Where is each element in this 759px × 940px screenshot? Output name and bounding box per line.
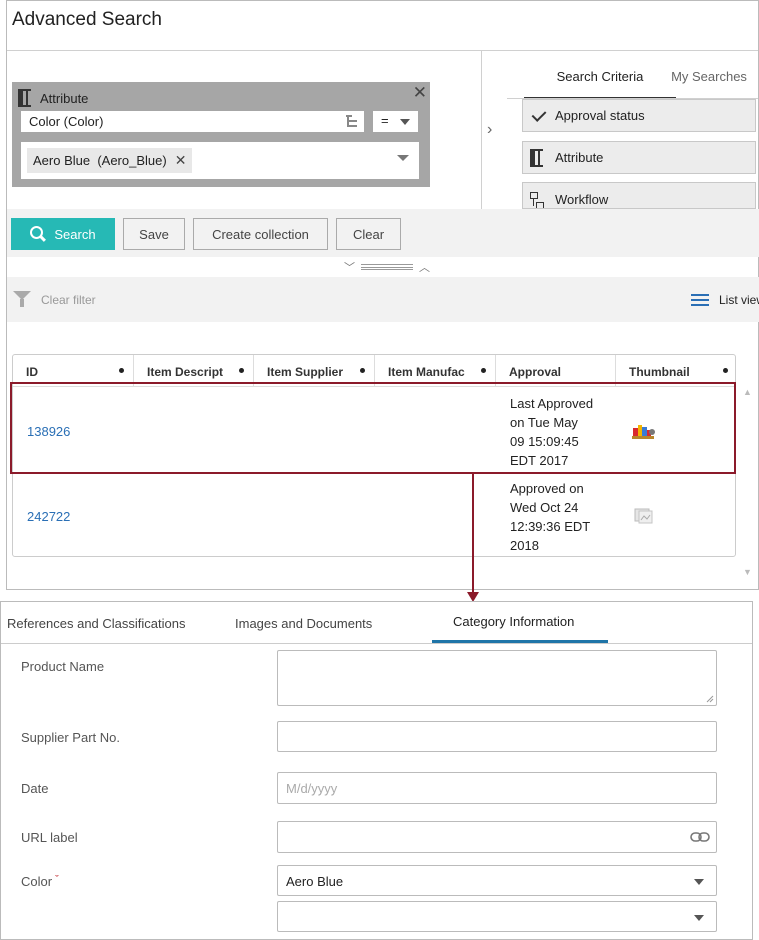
supplier-part-field[interactable] [277,721,717,752]
approval-status-button[interactable]: Approval status [522,99,756,132]
selected-row-highlight [10,382,736,474]
operator-select[interactable]: = [373,111,418,132]
chevron-down-icon [694,915,704,921]
panel-splitter[interactable]: ﹀ ︿ [337,260,437,274]
attribute-criterion-card: Attribute ✕ Color (Color) = Aero Blue (A… [12,82,430,187]
chevron-down-icon [400,119,410,125]
date-field[interactable]: M/d/yyyy [277,772,717,804]
check-icon [530,109,546,123]
product-name-field[interactable] [277,650,717,706]
item-detail-panel: References and Classifications Images an… [0,601,753,940]
connector-line [472,474,474,594]
tab-category-information[interactable]: Category Information [453,614,574,629]
value-chip-label: Aero Blue (Aero_Blue) [33,153,167,168]
link-icon[interactable] [690,830,710,844]
pane-divider [481,50,482,210]
attribute-field-value: Color (Color) [29,114,104,129]
product-thumbnail-image[interactable] [631,505,657,527]
date-placeholder: M/d/yyyy [286,781,338,796]
color-label: Color ˇ [21,874,59,889]
attribute-value-field[interactable]: Aero Blue (Aero_Blue) ✕ [21,142,419,179]
tab-my-searches[interactable]: My Searches [659,69,759,99]
product-name-label: Product Name [21,659,105,674]
chevron-right-icon[interactable]: › [487,121,492,139]
tab-references-classifications[interactable]: References and Classifications [7,616,185,631]
supplier-part-label: Supplier Part No. [21,730,120,745]
workflow-icon [530,192,546,208]
action-bar: Search Save Create collection Clear [7,209,759,257]
color-select[interactable]: Aero Blue [277,865,717,896]
column-menu-icon[interactable] [119,368,124,373]
color-select-secondary[interactable] [277,901,717,932]
approval-status-label: Approval status [555,108,645,123]
create-collection-button[interactable]: Create collection [193,218,328,250]
search-icon [30,226,46,242]
chevron-down-icon: ˇ [55,874,59,886]
chevron-down-icon[interactable] [397,155,409,161]
tab-images-documents[interactable]: Images and Documents [235,616,372,631]
tabs-divider [1,643,752,644]
row-approval-text: Approved on Wed Oct 24 12:39:36 EDT 2018 [510,481,591,553]
value-chip: Aero Blue (Aero_Blue) ✕ [27,148,193,173]
url-field[interactable] [277,821,717,853]
filter-bar: Clear filter List view [7,277,759,322]
page-title: Advanced Search [12,9,162,30]
chevron-down-icon[interactable]: ﹀ [344,259,355,275]
clear-filter-button[interactable]: Clear filter [13,291,96,309]
workflow-label: Workflow [555,192,609,207]
workflow-button[interactable]: Workflow [522,182,756,209]
advanced-search-panel: Advanced Search Attribute ✕ Color (Color… [6,0,759,590]
attribute-criterion-header: Attribute [18,88,88,108]
tab-search-criteria[interactable]: Search Criteria [524,69,676,99]
filter-icon [13,291,33,309]
list-view-label: List view [719,293,759,307]
chevron-down-icon [694,879,704,885]
list-view-toggle[interactable]: List view [691,293,759,307]
attribute-icon [530,148,546,167]
splitter-grip[interactable] [361,264,413,270]
clear-filter-label: Clear filter [41,293,96,307]
attribute-button-label: Attribute [555,150,604,165]
tree-icon[interactable] [346,115,358,127]
attribute-button[interactable]: Attribute [522,141,756,174]
attribute-icon [18,89,34,107]
chevron-up-icon[interactable]: ︿ [419,259,430,275]
save-button[interactable]: Save [123,218,185,250]
row-id-link[interactable]: 242722 [27,509,70,524]
list-icon [691,294,709,306]
scroll-down-icon[interactable]: ▼ [743,567,752,577]
clear-button[interactable]: Clear [336,218,401,250]
attribute-field[interactable]: Color (Color) [21,111,364,132]
column-menu-icon[interactable] [481,368,486,373]
operator-value: = [381,113,389,128]
color-select-value: Aero Blue [286,874,344,889]
search-button-label: Search [54,226,96,242]
attribute-criterion-title: Attribute [40,90,89,106]
search-button[interactable]: Search [11,218,115,250]
column-menu-icon[interactable] [239,368,244,373]
remove-chip-icon[interactable]: ✕ [175,152,187,169]
close-icon[interactable]: ✕ [413,84,427,101]
column-menu-icon[interactable] [723,368,728,373]
resize-handle-icon[interactable] [706,695,714,703]
column-menu-icon[interactable] [360,368,365,373]
header-divider [7,50,758,51]
scroll-up-icon[interactable]: ▲ [743,387,752,397]
url-label: URL label [21,830,78,845]
date-label: Date [21,781,49,796]
